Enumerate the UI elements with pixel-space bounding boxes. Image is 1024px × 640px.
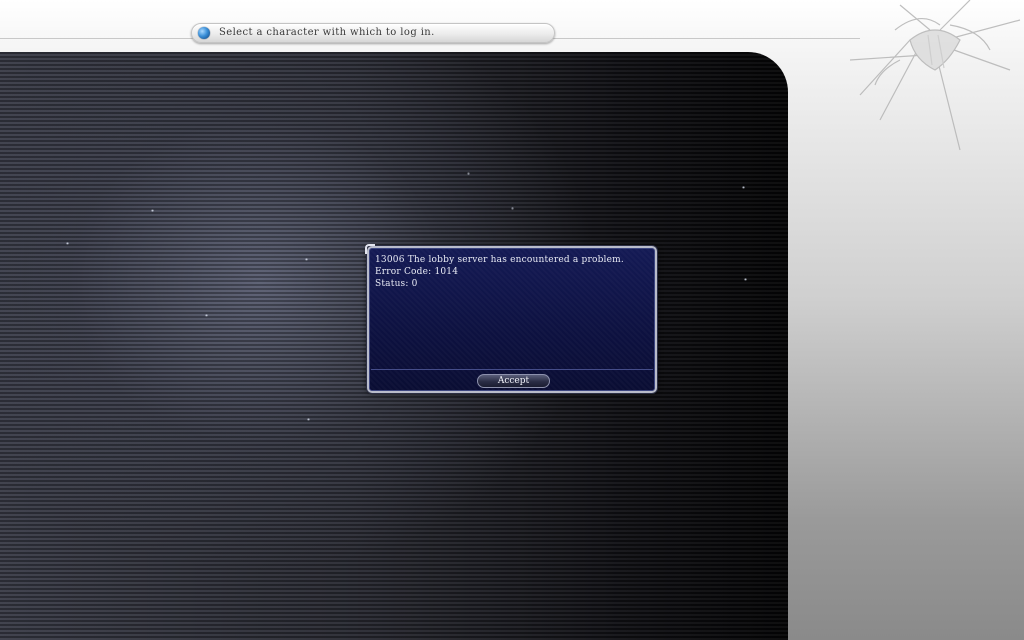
prompt-text: Select a character with which to log in. (219, 27, 435, 38)
prompt-bar: Select a character with which to log in. (191, 23, 555, 43)
star-decoration (305, 258, 308, 261)
star-decoration (742, 186, 745, 189)
star-decoration (511, 207, 514, 210)
star-decoration (307, 418, 310, 421)
dialog-message: 13006 The lobby server has encountered a… (375, 254, 645, 290)
star-decoration (744, 278, 747, 281)
accept-button[interactable]: Accept (477, 374, 550, 388)
error-dialog: 13006 The lobby server has encountered a… (365, 244, 657, 393)
star-decoration (151, 209, 154, 212)
crystal-emblem-icon (849, 0, 1021, 151)
star-decoration (205, 314, 208, 317)
login-screen: Select a character with which to log in.… (0, 0, 1024, 640)
error-code-line: Error Code: 1014 (375, 267, 459, 277)
error-message-line: 13006 The lobby server has encountered a… (375, 255, 624, 265)
dialog-divider (371, 369, 653, 370)
star-decoration (66, 242, 69, 245)
dialog-corner-ornament (365, 244, 375, 254)
status-line: Status: 0 (375, 279, 418, 289)
blue-orb-icon (198, 27, 210, 39)
star-decoration (467, 172, 470, 175)
